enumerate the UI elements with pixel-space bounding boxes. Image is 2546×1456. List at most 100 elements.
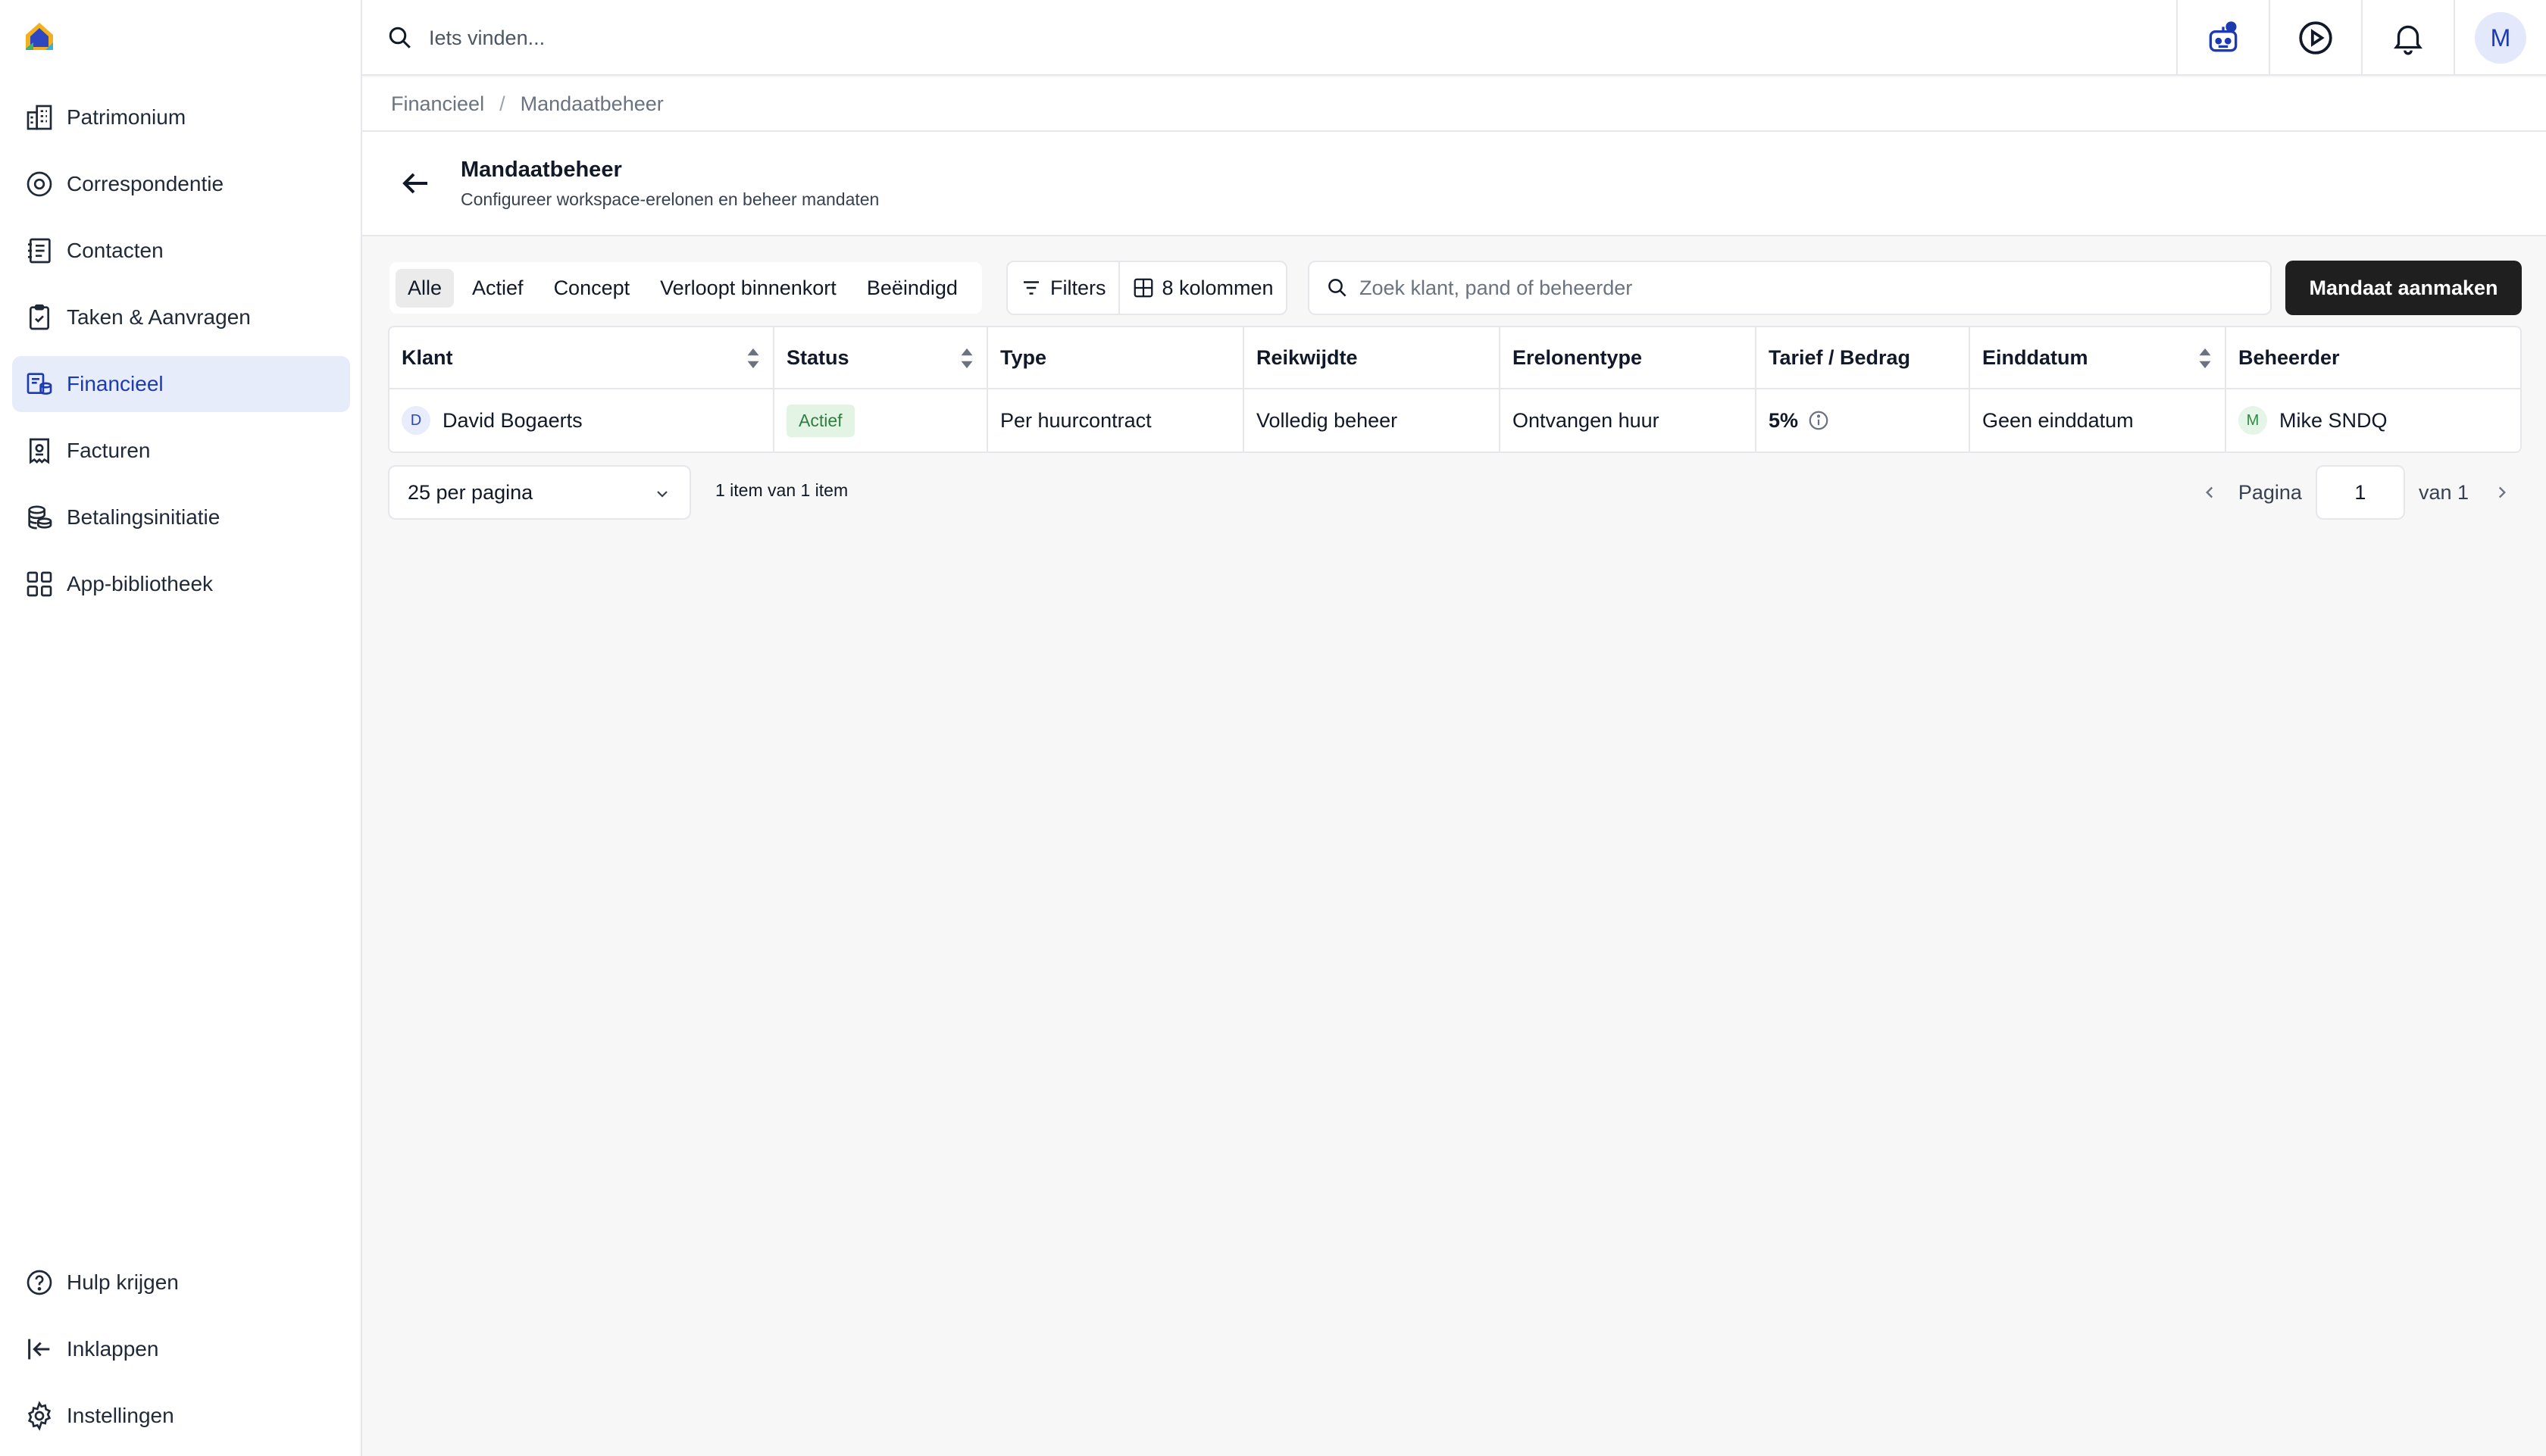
columns-button[interactable]: 8 kolommen xyxy=(1118,262,1286,314)
column-header-status[interactable]: Status xyxy=(774,327,988,388)
page-title: Mandaatbeheer xyxy=(461,158,622,182)
info-icon[interactable] xyxy=(1807,409,1830,432)
pagination: Pagina van 1 xyxy=(2194,465,2517,520)
house-logo-icon[interactable] xyxy=(23,20,56,53)
gear-icon xyxy=(23,1399,56,1433)
cell-tarief: 5% xyxy=(1756,389,1970,451)
table-search-input[interactable] xyxy=(1359,276,2231,300)
next-page-button[interactable] xyxy=(2487,477,2517,508)
column-header-reikwijdte: Reikwijdte xyxy=(1244,327,1500,388)
chevron-left-icon xyxy=(2205,486,2213,498)
tab-actief[interactable]: Actief xyxy=(460,269,536,308)
sidebar-item-instellingen[interactable]: Instellingen xyxy=(12,1388,350,1444)
collapse-icon xyxy=(23,1333,56,1366)
sidebar-item-label: App-bibliotheek xyxy=(67,572,214,595)
breadcrumb: Financieel / Mandaatbeheer xyxy=(362,77,2546,132)
column-header-type: Type xyxy=(988,327,1244,388)
cell-status: Actief xyxy=(774,389,988,451)
tab-concept[interactable]: Concept xyxy=(542,269,643,308)
grid-icon xyxy=(23,567,56,601)
receipt-icon xyxy=(23,434,56,467)
page-total-label: van 1 xyxy=(2418,480,2469,504)
cell-einddatum: Geen einddatum xyxy=(1970,389,2226,451)
sort-icon xyxy=(747,348,759,369)
tab-alle[interactable]: Alle xyxy=(396,268,455,308)
tab-verloopt-binnenkort[interactable]: Verloopt binnenkort xyxy=(648,269,849,308)
sidebar-item-contacten[interactable]: Contacten xyxy=(12,223,350,279)
breadcrumb-parent[interactable]: Financieel xyxy=(391,92,484,116)
global-search-input[interactable] xyxy=(429,26,959,50)
sidebar-item-facturen[interactable]: Facturen xyxy=(12,423,350,479)
bell-icon xyxy=(2394,25,2422,55)
status-badge: Actief xyxy=(787,404,855,437)
sidebar-item-patrimonium[interactable]: Patrimonium xyxy=(12,89,350,145)
coins-icon xyxy=(23,501,56,534)
help-circle-icon xyxy=(23,1266,56,1299)
cell-erelonentype: Ontvangen huur xyxy=(1500,389,1756,451)
view-controls: Filters 8 kolommen xyxy=(1006,261,1287,315)
robot-icon xyxy=(2209,21,2238,52)
sidebar-item-betalingsinitiatie[interactable]: Betalingsinitiatie xyxy=(12,489,350,545)
page-subtitle: Configureer workspace-erelonen en beheer… xyxy=(461,189,880,209)
sidebar-item-correspondentie[interactable]: Correspondentie xyxy=(12,156,350,212)
column-header-label: Erelonentype xyxy=(1512,345,1643,369)
sidebar-item-app-bibliotheek[interactable]: App-bibliotheek xyxy=(12,556,350,612)
sidebar: Patrimonium Correspondentie Contacten Ta… xyxy=(0,0,362,1456)
column-header-klant[interactable]: Klant xyxy=(389,327,774,388)
sidebar-item-label: Patrimonium xyxy=(67,105,186,129)
sort-icon xyxy=(961,348,973,369)
column-header-label: Beheerder xyxy=(2238,345,2340,369)
sidebar-item-label: Taken & Aanvragen xyxy=(67,305,251,329)
sidebar-bottom-nav: Hulp krijgen Inklappen Instellingen xyxy=(12,1254,350,1454)
sidebar-item-label: Financieel xyxy=(67,372,164,395)
sidebar-item-label: Instellingen xyxy=(67,1404,174,1427)
back-button[interactable] xyxy=(397,165,433,202)
sidebar-item-label: Inklappen xyxy=(67,1337,159,1361)
page-number-input[interactable] xyxy=(2315,465,2405,520)
page-label: Pagina xyxy=(2238,480,2302,504)
play-button[interactable] xyxy=(2269,0,2361,76)
assistant-button[interactable] xyxy=(2176,0,2269,76)
sidebar-item-hulp[interactable]: Hulp krijgen xyxy=(12,1254,350,1311)
item-count: 1 item van 1 item xyxy=(715,480,849,500)
at-sign-icon xyxy=(23,167,56,201)
column-header-label: Status xyxy=(787,345,849,369)
tab-beeindigd[interactable]: Beëindigd xyxy=(855,269,970,308)
avatar: D xyxy=(402,406,430,435)
clipboard-check-icon xyxy=(23,301,56,334)
sidebar-item-label: Facturen xyxy=(67,439,151,462)
column-header-label: Type xyxy=(1000,345,1047,369)
per-page-select[interactable]: 25 per pagina xyxy=(388,465,691,520)
table-header-row: Klant Status Type Reikwijdte Erelonentyp… xyxy=(389,327,2520,389)
finance-icon xyxy=(23,367,56,401)
per-page-value: 25 per pagina xyxy=(408,480,533,504)
search-icon xyxy=(389,27,411,48)
previous-page-button[interactable] xyxy=(2194,477,2225,508)
create-mandate-button[interactable]: Mandaat aanmaken xyxy=(2285,261,2522,315)
sidebar-nav: Patrimonium Correspondentie Contacten Ta… xyxy=(12,89,350,623)
sidebar-item-financieel[interactable]: Financieel xyxy=(12,356,350,412)
table-row[interactable]: D David Bogaerts Actief Per huurcontract… xyxy=(389,389,2520,451)
cell-klant: D David Bogaerts xyxy=(389,389,774,451)
sidebar-item-taken-aanvragen[interactable]: Taken & Aanvragen xyxy=(12,289,350,345)
filter-icon xyxy=(1024,281,1039,295)
column-header-erelonentype: Erelonentype xyxy=(1500,327,1756,388)
filters-button[interactable]: Filters xyxy=(1008,262,1118,314)
building-icon xyxy=(23,101,56,134)
sidebar-item-inklappen[interactable]: Inklappen xyxy=(12,1321,350,1377)
avatar: M xyxy=(2238,406,2267,435)
column-header-tarief: Tarief / Bedrag xyxy=(1756,327,1970,388)
chevron-right-icon xyxy=(2498,486,2506,498)
column-header-label: Klant xyxy=(402,345,453,369)
notifications-button[interactable] xyxy=(2361,0,2454,76)
sidebar-item-label: Betalingsinitiatie xyxy=(67,505,221,529)
sort-icon xyxy=(2199,348,2211,369)
play-circle-icon xyxy=(2299,21,2332,55)
status-filter-tabs: Alle Actief Concept Verloopt binnenkort … xyxy=(389,262,982,314)
column-header-label: Reikwijdte xyxy=(1256,345,1358,369)
table-columns-icon xyxy=(1134,278,1153,298)
user-menu-button[interactable]: M xyxy=(2454,0,2546,76)
column-header-einddatum[interactable]: Einddatum xyxy=(1970,327,2226,388)
topbar: M xyxy=(362,0,2546,76)
avatar: M xyxy=(2475,12,2526,64)
